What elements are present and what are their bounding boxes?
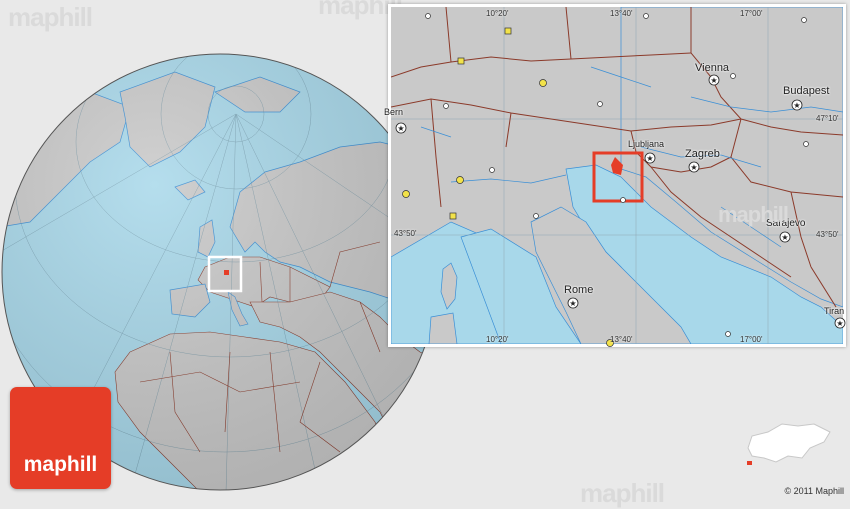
coord-top-1: 10°20' — [486, 9, 509, 18]
svg-text:★: ★ — [793, 101, 800, 110]
coord-top-3: 17°00' — [740, 9, 763, 18]
coord-bottom-1: 10°20' — [486, 335, 509, 344]
watermark: maphill — [8, 2, 93, 32]
coord-bottom-3: 17°00' — [740, 335, 763, 344]
watermark: maphill — [580, 478, 665, 508]
coord-left-1: 43°50' — [394, 229, 417, 238]
country-outline-map — [747, 423, 831, 465]
svg-text:★: ★ — [710, 76, 717, 85]
copyright-text: © 2011 Maphill — [784, 486, 845, 496]
coord-right-1: 47°10' — [816, 114, 839, 123]
maphill-logo[interactable]: maphill — [10, 387, 111, 489]
country-location-marker — [747, 461, 752, 465]
logo-text: maphill — [23, 453, 98, 476]
watermark: maphill — [718, 202, 789, 227]
svg-text:★: ★ — [569, 299, 576, 308]
inset-map: Vienna Budapest Bern Ljubljana Zagreb Sa… — [384, 4, 846, 347]
coord-bottom-2: 13°40' — [610, 335, 633, 344]
country-outline — [747, 423, 831, 463]
admin-markers — [402, 27, 614, 347]
location-marker — [224, 270, 229, 275]
svg-text:★: ★ — [690, 163, 697, 172]
svg-text:★: ★ — [397, 124, 404, 133]
coord-top-2: 13°40' — [610, 9, 633, 18]
capital-markers: ★ ★ ★ ★ ★ ★ ★ ★ — [395, 13, 846, 347]
svg-text:★: ★ — [836, 319, 843, 328]
svg-text:★: ★ — [781, 233, 788, 242]
coord-right-2: 43°50' — [816, 230, 839, 239]
town-markers — [425, 13, 809, 337]
svg-text:★: ★ — [646, 154, 653, 163]
